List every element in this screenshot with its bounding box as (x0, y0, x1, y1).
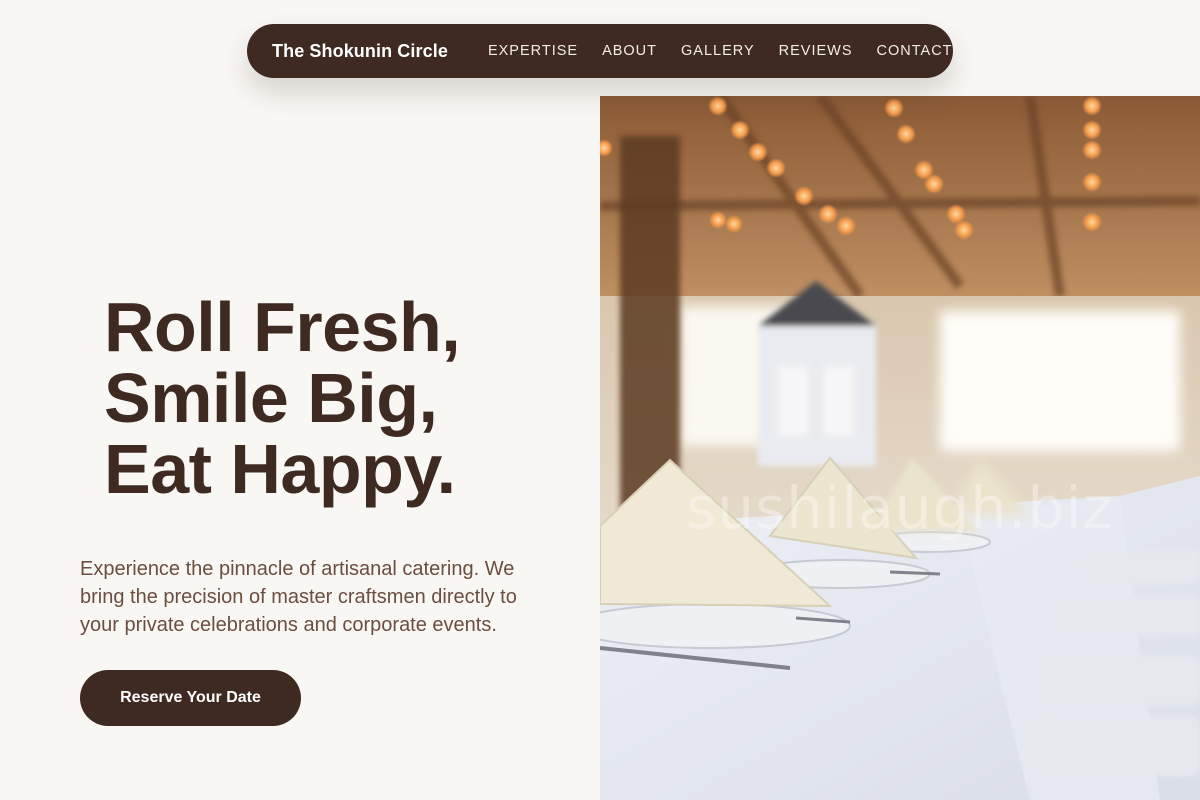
nav-link-about[interactable]: ABOUT (602, 43, 657, 59)
headline-line-2: Smile Big, (104, 359, 438, 437)
nav-link-gallery[interactable]: GALLERY (681, 43, 755, 59)
nav-links: EXPERTISE ABOUT GALLERY REVIEWS CONTACT (488, 43, 953, 59)
nav-link-reviews[interactable]: REVIEWS (779, 43, 853, 59)
hero-image: sushilaugh.biz (600, 96, 1200, 800)
hero-description: Experience the pinnacle of artisanal cat… (80, 558, 517, 636)
nav-link-expertise[interactable]: EXPERTISE (488, 43, 578, 59)
landing-page: The Shokunin Circle EXPERTISE ABOUT GALL… (0, 0, 1200, 800)
brand-logo[interactable]: The Shokunin Circle (272, 41, 448, 62)
headline-line-1: Roll Fresh, (104, 288, 461, 366)
nav-link-contact[interactable]: CONTACT (877, 43, 953, 59)
top-nav: The Shokunin Circle EXPERTISE ABOUT GALL… (247, 24, 953, 78)
hero-headline: Roll Fresh, Smile Big, Eat Happy. (104, 288, 461, 508)
headline-line-3: Eat Happy. (104, 430, 456, 508)
image-watermark: sushilaugh.biz (686, 474, 1114, 542)
reserve-date-button[interactable]: Reserve Your Date (80, 670, 301, 726)
